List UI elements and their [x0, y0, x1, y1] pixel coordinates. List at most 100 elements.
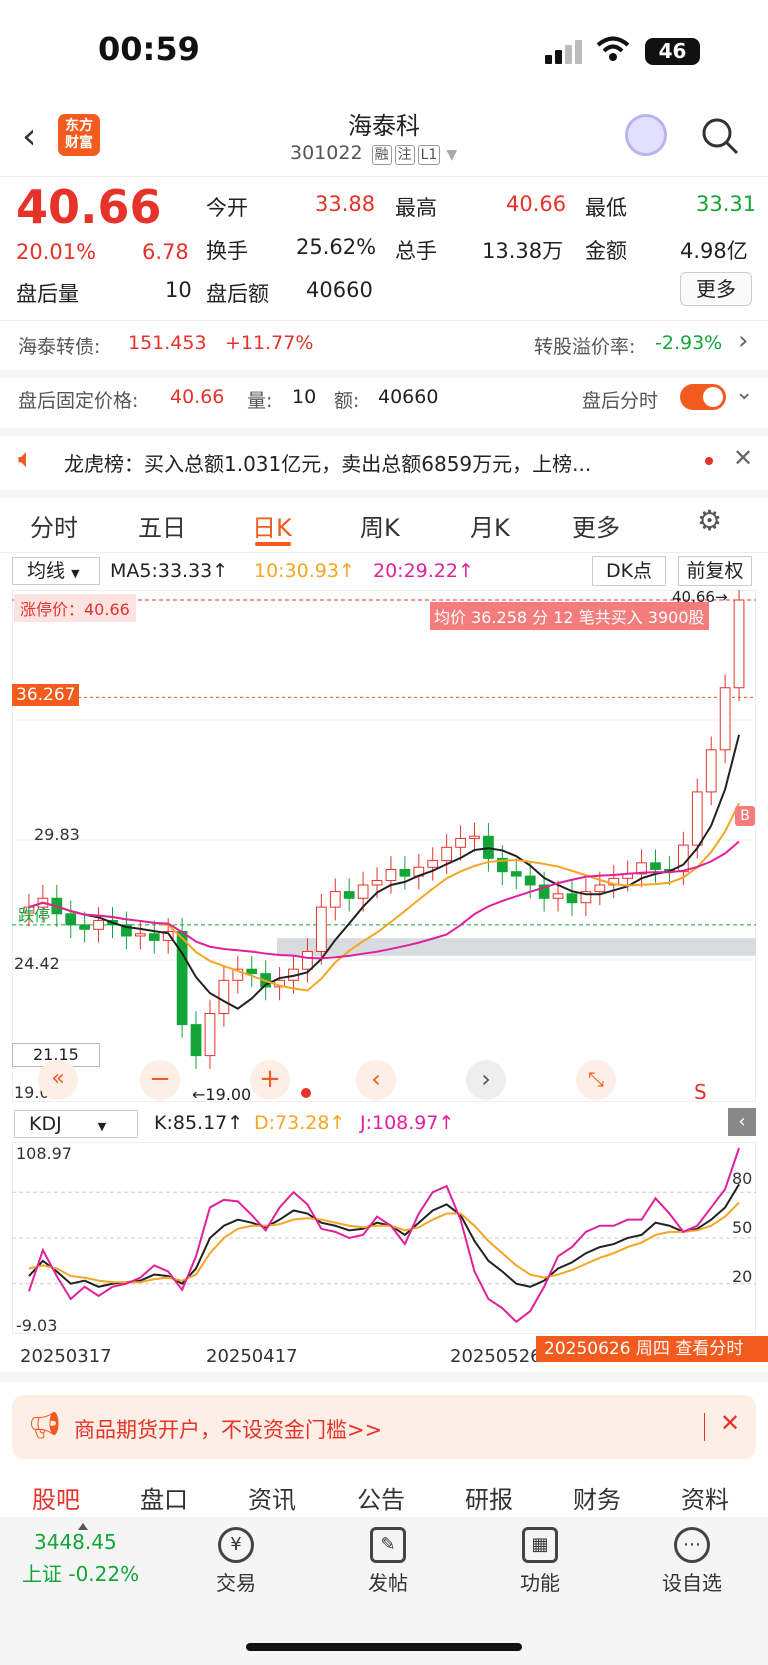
candle-body: [524, 875, 536, 886]
after-price: 40.66: [170, 386, 225, 408]
settings-icon[interactable]: ⚙: [697, 504, 722, 537]
dragon-row[interactable]: 🔈︎ 龙虎榜：买入总额1.031亿元，卖出总额6859万元，上榜... ✕: [0, 436, 768, 490]
ad-banner[interactable]: 📢︎ 商品期货开户，不设资金门槛>> ✕: [12, 1395, 756, 1459]
avg-buy-tag: 均价 36.258 分 12 笔共买入 3900股: [430, 602, 709, 630]
candle-body: [65, 913, 77, 926]
volume-label: 总手: [395, 239, 437, 263]
turnover-value: 25.62%: [296, 235, 377, 259]
ad-divider: [704, 1413, 705, 1441]
kdj-select[interactable]: KDJ ▼: [14, 1110, 138, 1138]
dk-button[interactable]: DK点: [592, 556, 666, 586]
chevron-right-chart-icon[interactable]: ›: [466, 1060, 506, 1100]
grid-icon: ▦: [522, 1527, 558, 1563]
candle-body: [176, 931, 188, 1026]
candle-body: [677, 844, 689, 873]
xtick-3: 20250526: [450, 1346, 542, 1367]
ad-text: 商品期货开户，不设资金门槛>>: [74, 1418, 383, 1442]
ma10-label: 10:30.93↑: [254, 560, 355, 582]
index-widget[interactable]: 3448.45 上证 -0.22%: [22, 1523, 172, 1587]
tab-forum[interactable]: 股吧: [32, 1480, 80, 1515]
open-label: 今开: [206, 196, 248, 220]
chevron-double-left-icon[interactable]: «: [38, 1060, 78, 1100]
adjust-button[interactable]: 前复权: [678, 556, 752, 586]
open-value: 33.88: [315, 192, 376, 216]
tab-orderbook[interactable]: 盘口: [140, 1480, 188, 1515]
stock-code-row[interactable]: 301022 融注 L1 ▼: [290, 142, 457, 165]
tab-more[interactable]: 更多: [572, 508, 620, 543]
tab-active-indicator: [255, 542, 291, 546]
tag-level: L1: [417, 145, 441, 165]
change-value: 6.78: [142, 240, 189, 264]
ad-close-icon[interactable]: ✕: [720, 1409, 740, 1437]
dock-watchlist[interactable]: ⋯ 设自选: [652, 1527, 732, 1596]
tag-margin: 融: [371, 145, 392, 165]
dock-post[interactable]: ✎ 发帖: [348, 1527, 428, 1596]
dropdown-icon: ▼: [446, 147, 458, 163]
indicator-label: 均线: [27, 560, 66, 582]
candle-body: [343, 891, 355, 899]
status-time: 00:59: [98, 30, 200, 68]
tab-news[interactable]: 资讯: [248, 1480, 296, 1515]
amount-label: 金额: [585, 239, 627, 263]
after-price-label: 盘后固定价格:: [18, 390, 139, 412]
kdj-ytick-max: 108.97: [16, 1144, 72, 1163]
xtick-2: 20250417: [206, 1346, 298, 1367]
dock-functions[interactable]: ▦ 功能: [500, 1527, 580, 1596]
close-icon[interactable]: ✕: [733, 444, 753, 472]
expand-icon[interactable]: ⤡: [576, 1060, 616, 1100]
search-icon[interactable]: [700, 116, 740, 156]
limit-up-tag: 涨停价：40.66: [14, 594, 136, 622]
tab-finance[interactable]: 财务: [573, 1480, 621, 1515]
collapse-panel-icon[interactable]: ‹: [728, 1108, 756, 1136]
convertible-pct: +11.77%: [225, 332, 314, 354]
candle-body: [371, 880, 383, 886]
date-tooltip[interactable]: 20250626 周四 查看分时: [536, 1336, 768, 1362]
convertible-label: 海泰转债:: [18, 336, 101, 358]
tag-registration: 注: [394, 145, 415, 165]
convertible-row[interactable]: 海泰转债: 151.453 +11.77% 转股溢价率: -2.93% ›: [0, 322, 768, 366]
after-vol2: 10: [292, 386, 317, 408]
unread-dot: [705, 457, 713, 465]
more-button[interactable]: 更多: [680, 272, 752, 306]
tab-weekly-k[interactable]: 周K: [360, 508, 400, 543]
chevron-down-icon[interactable]: ⌄: [735, 380, 753, 405]
candle-body: [594, 884, 606, 893]
tab-intraday[interactable]: 分时: [30, 508, 78, 543]
robot-avatar-icon[interactable]: [625, 114, 667, 156]
kdj-chart[interactable]: [12, 1142, 756, 1334]
dragon-text: 龙虎榜：买入总额1.031亿元，卖出总额6859万元，上榜...: [64, 452, 592, 476]
zoom-in-icon[interactable]: +: [250, 1060, 290, 1100]
kdj-k-label: K:85.17↑: [154, 1112, 244, 1134]
signal-icon: [545, 40, 585, 64]
chevron-left-icon[interactable]: ‹: [356, 1060, 396, 1100]
candle-body: [385, 868, 397, 882]
after-hours-toggle[interactable]: [680, 384, 726, 410]
candle-body: [93, 919, 104, 930]
after-amt2: 40660: [378, 386, 439, 408]
kdj-d-label: D:73.28↑: [254, 1112, 346, 1134]
candle-body: [302, 950, 313, 970]
tab-daily-k[interactable]: 日K: [252, 508, 292, 543]
amount-value: 4.98亿: [680, 239, 748, 263]
last-price: 40.66: [16, 180, 162, 234]
dock-trade[interactable]: ¥ 交易: [196, 1527, 276, 1596]
candle-body: [329, 891, 341, 908]
tab-research[interactable]: 研报: [465, 1480, 513, 1515]
kdj-j-label: J:108.97↑: [360, 1112, 455, 1134]
triangle-up-icon: [78, 1523, 88, 1530]
limit-down-label: 跌停: [18, 906, 51, 925]
candle-body: [705, 749, 717, 793]
bottom-dock: 3448.45 上证 -0.22% ¥ 交易 ✎ 发帖 ▦ 功能 ⋯ 设自选: [0, 1517, 768, 1665]
tab-announcements[interactable]: 公告: [357, 1480, 405, 1515]
tab-profile[interactable]: 资料: [681, 1480, 729, 1515]
dock-watchlist-label: 设自选: [662, 1571, 722, 1595]
kline-chart[interactable]: [12, 590, 756, 1102]
indicator-select[interactable]: 均线 ▼: [12, 557, 100, 585]
tab-monthly-k[interactable]: 月K: [470, 508, 510, 543]
zoom-out-icon[interactable]: −: [140, 1060, 180, 1100]
tab-five-day[interactable]: 五日: [138, 508, 186, 543]
low-label: 最低: [585, 196, 627, 220]
edit-icon: ✎: [370, 1527, 406, 1563]
buy-marker: B: [735, 806, 755, 826]
candle-body: [441, 846, 453, 862]
